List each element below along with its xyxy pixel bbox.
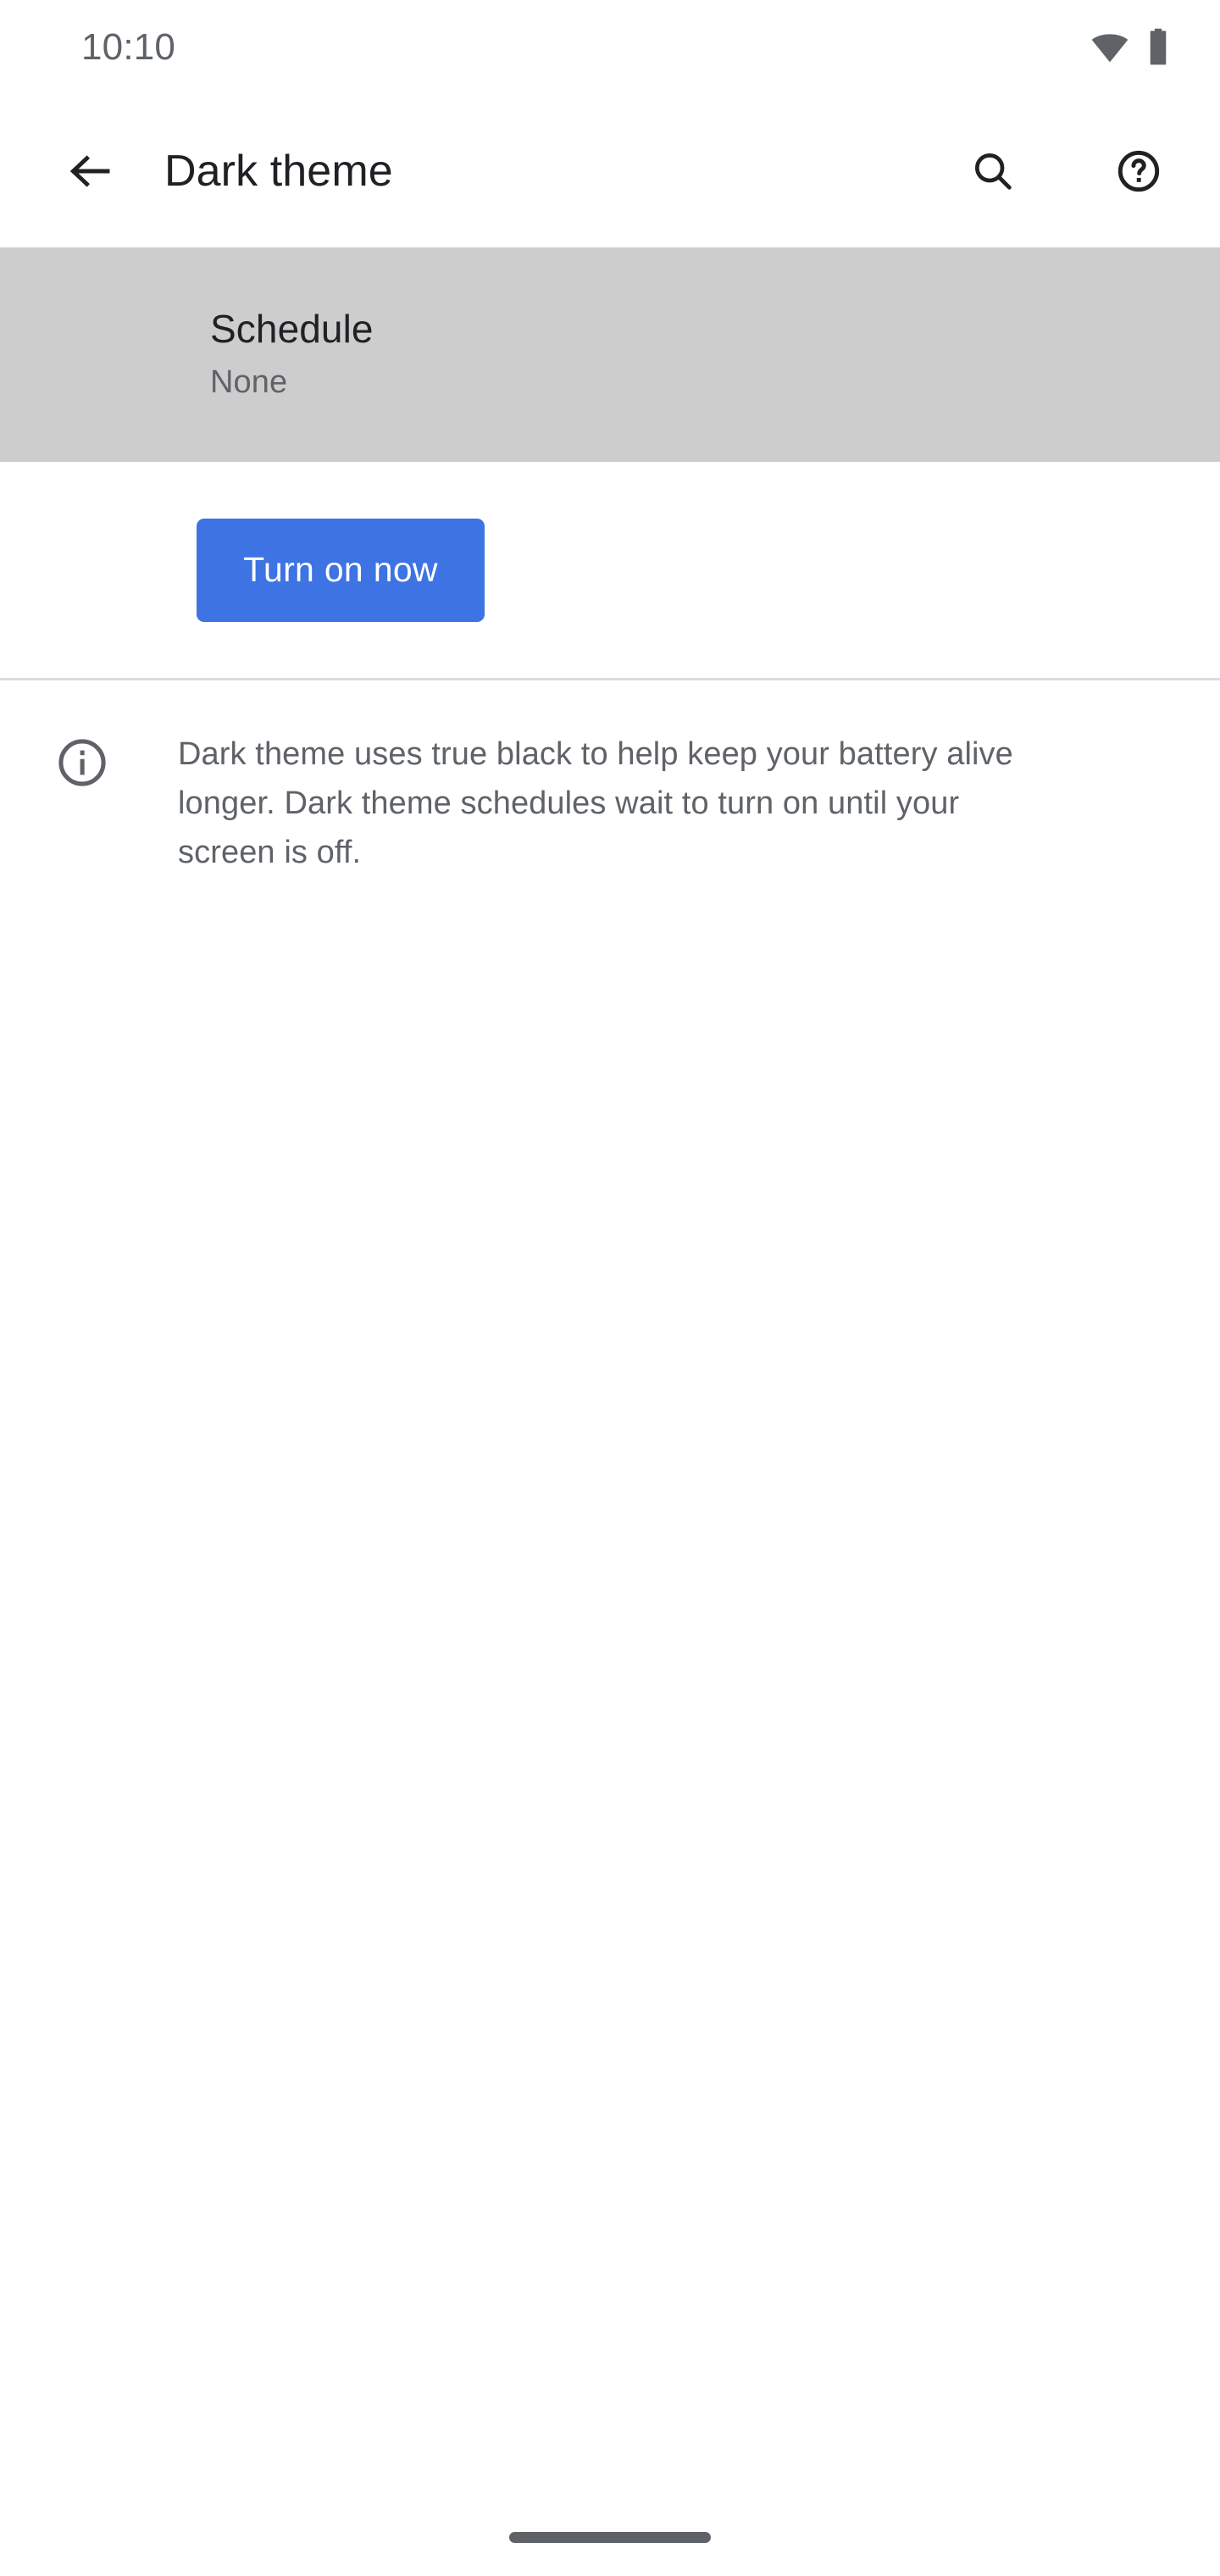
turn-on-now-button[interactable]: Turn on now [197,518,485,622]
status-bar-icons [1091,28,1169,67]
status-bar: 10:10 [0,0,1220,95]
info-icon [54,735,110,791]
page-title: Dark theme [164,147,393,196]
schedule-setting-row[interactable]: Schedule None [0,247,1220,462]
search-icon [970,148,1016,194]
search-button[interactable] [952,130,1034,212]
app-bar: Dark theme [0,95,1220,247]
help-button[interactable] [1098,130,1179,212]
navigation-bar [0,2474,1220,2576]
back-button[interactable] [49,130,130,212]
content-empty-area [0,881,1220,2474]
status-bar-clock: 10:10 [81,26,176,68]
battery-icon [1147,28,1169,67]
app-bar-actions [952,130,1179,212]
info-footer: Dark theme uses true black to help keep … [0,680,1220,877]
help-icon [1115,147,1162,195]
primary-action-area: Turn on now [0,462,1220,678]
home-gesture-handle[interactable] [509,2531,711,2543]
arrow-back-icon [66,147,114,195]
wifi-icon [1091,29,1128,66]
info-description: Dark theme uses true black to help keep … [178,736,1013,870]
schedule-title: Schedule [210,307,374,352]
schedule-value: None [210,364,288,401]
